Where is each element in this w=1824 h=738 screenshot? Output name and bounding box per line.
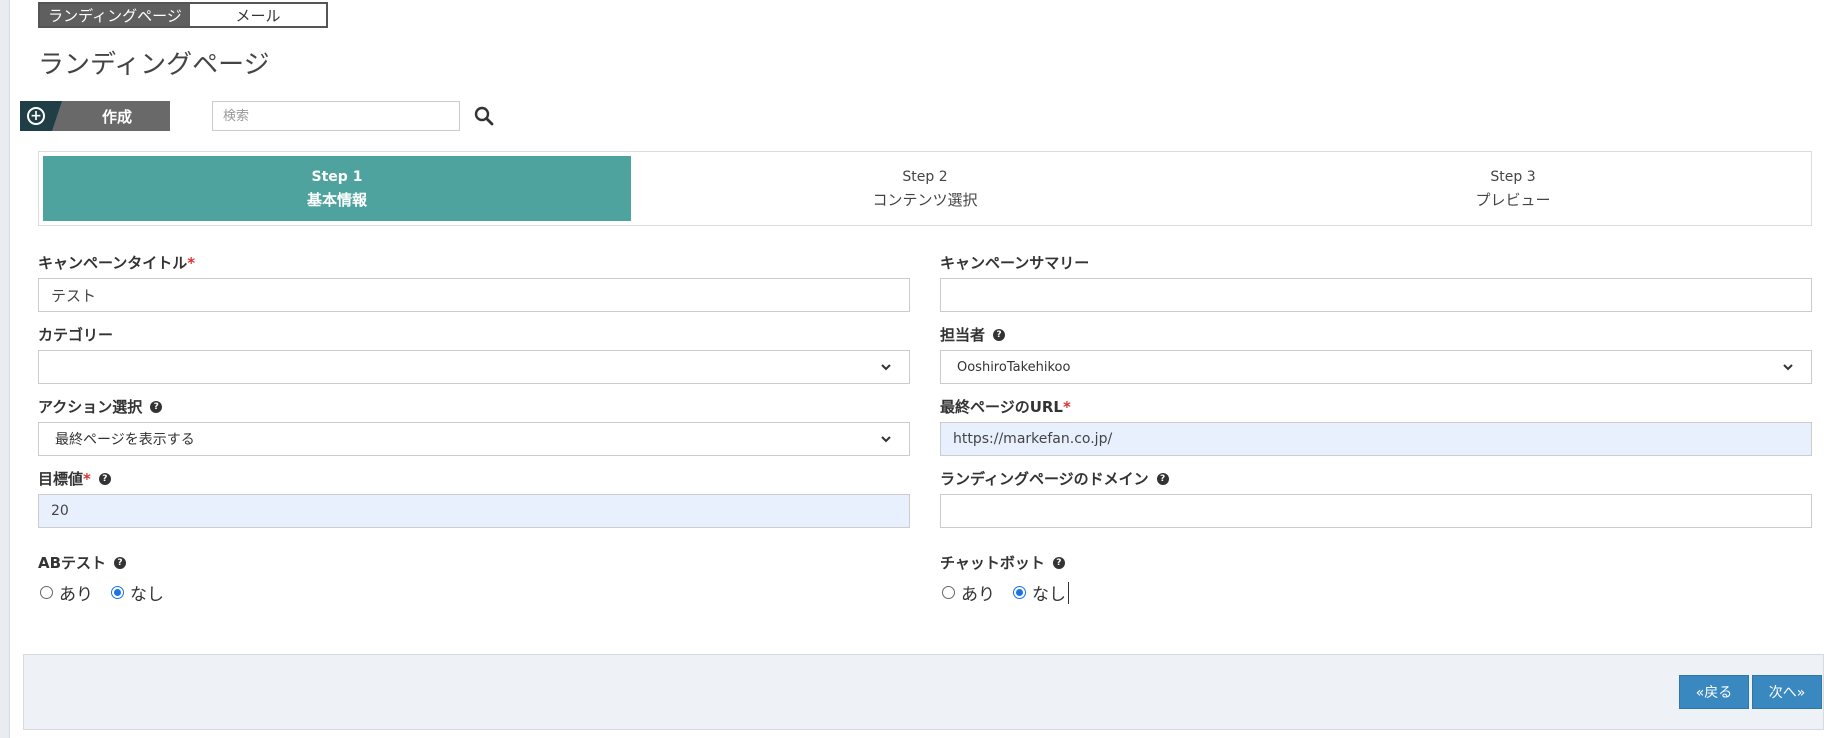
campaign-title-input[interactable]: テスト [38, 278, 910, 312]
chatbot-radio-group: あり なし [942, 580, 1087, 605]
step-3[interactable]: Step 3 プレビュー [1219, 156, 1807, 221]
ab-test-option-no-label: なし [130, 585, 164, 605]
ab-test-option-yes[interactable]: あり [40, 580, 93, 605]
help-icon[interactable]: ? [1052, 556, 1065, 569]
create-button[interactable]: + 作成 [20, 101, 170, 131]
help-icon[interactable]: ? [150, 400, 163, 413]
campaign-summary-label-text: キャンペーンサマリー [940, 254, 1090, 272]
target-label-text: 目標値 [38, 470, 84, 488]
tab-landing-page[interactable]: ランディングページ [40, 4, 190, 26]
ab-test-option-yes-label: あり [59, 585, 93, 605]
chatbot-option-no[interactable]: なし [1013, 580, 1069, 605]
owner-select[interactable]: OoshiroTakehikoo [940, 350, 1812, 384]
ab-test-option-no[interactable]: なし [111, 580, 164, 605]
chevron-down-icon [881, 364, 891, 371]
back-button[interactable]: «戻る [1679, 675, 1749, 709]
step-2-name: コンテンツ選択 [872, 190, 978, 209]
help-icon[interactable]: ? [1156, 472, 1169, 485]
campaign-title-label-text: キャンペーンタイトル [38, 254, 188, 272]
campaign-summary-input[interactable] [940, 278, 1812, 312]
next-button[interactable]: 次へ» [1752, 675, 1822, 709]
help-icon[interactable]: ? [993, 328, 1006, 341]
domain-input[interactable] [940, 494, 1812, 528]
chatbot-label: チャットボット? [940, 552, 1065, 573]
search-icon[interactable] [474, 106, 494, 126]
chatbot-label-text: チャットボット [940, 554, 1045, 572]
radio-button-checked[interactable] [111, 586, 124, 599]
step-3-number: Step 3 [1490, 168, 1536, 185]
page-title: ランディングページ [38, 50, 270, 80]
owner-label-text: 担当者 [940, 326, 986, 344]
step-2-number: Step 2 [902, 168, 948, 185]
radio-button[interactable] [40, 586, 53, 599]
step-2[interactable]: Step 2 コンテンツ選択 [631, 156, 1219, 221]
required-mark: * [83, 469, 91, 488]
step-3-name: プレビュー [1475, 190, 1551, 209]
step-1-number: Step 1 [311, 168, 363, 185]
chatbot-option-no-label: なし [1032, 585, 1066, 605]
target-label: 目標値 *? [38, 468, 111, 489]
required-mark: * [1063, 397, 1071, 416]
owner-select-value: OoshiroTakehikoo [957, 359, 1071, 375]
footer-bar [23, 654, 1824, 730]
step-1[interactable]: Step 1 基本情報 [43, 156, 631, 221]
create-button-label: 作成 [101, 107, 132, 126]
campaign-summary-label: キャンペーンサマリー [940, 252, 1089, 273]
domain-label-text: ランディングページのドメイン [940, 470, 1149, 488]
final-url-input[interactable]: https://markefan.co.jp/ [940, 422, 1812, 456]
action-label-text: アクション選択 [38, 398, 143, 416]
type-tabs: ランディングページ メール [38, 2, 328, 28]
chatbot-option-yes[interactable]: あり [942, 580, 995, 605]
ab-test-radio-group: あり なし [40, 580, 182, 605]
search-input[interactable] [212, 101, 460, 131]
category-label-text: カテゴリー [38, 326, 114, 344]
step-indicator: Step 1 基本情報 Step 2 コンテンツ選択 Step 3 プレビュー [38, 151, 1812, 226]
target-input[interactable]: 20 [38, 494, 910, 528]
chevron-down-icon [1783, 364, 1793, 371]
owner-label: 担当者? [940, 324, 1006, 345]
final-url-label-text: 最終ページのURL [940, 398, 1063, 416]
ab-test-label: ABテスト? [38, 552, 127, 573]
radio-button[interactable] [942, 586, 955, 599]
campaign-title-label: キャンペーンタイトル * [38, 252, 195, 273]
help-icon[interactable]: ? [98, 472, 111, 485]
required-mark: * [187, 253, 196, 272]
category-label: カテゴリー [38, 324, 113, 345]
tab-mail[interactable]: メール [190, 4, 326, 26]
action-select-value: 最終ページを表示する [55, 432, 195, 448]
domain-label: ランディングページのドメイン? [940, 468, 1169, 489]
chevron-down-icon [881, 436, 891, 443]
step-1-name: 基本情報 [306, 190, 367, 209]
ab-test-label-text: ABテスト [38, 554, 107, 572]
text-caret [1068, 581, 1069, 604]
action-label: アクション選択? [38, 396, 163, 417]
plus-circle-icon-wrap: + [20, 101, 62, 131]
radio-button-checked[interactable] [1013, 586, 1026, 599]
action-select[interactable]: 最終ページを表示する [38, 422, 910, 456]
left-rail [0, 0, 10, 738]
chatbot-option-yes-label: あり [961, 585, 995, 605]
help-icon[interactable]: ? [114, 556, 127, 569]
final-url-label: 最終ページのURL * [940, 396, 1071, 417]
category-select[interactable] [38, 350, 910, 384]
plus-circle-icon: + [27, 107, 45, 125]
